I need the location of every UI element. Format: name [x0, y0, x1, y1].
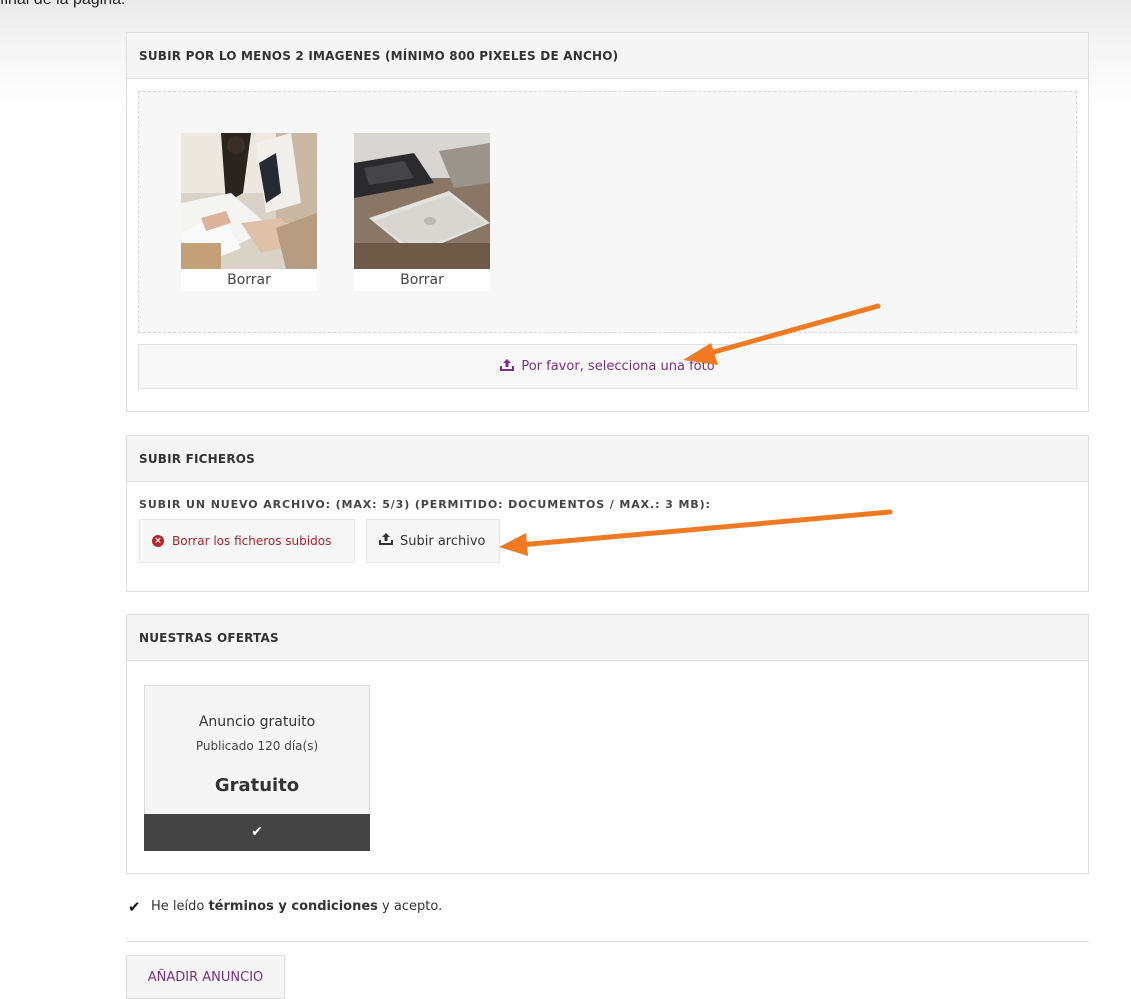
delete-files-label: Borrar los ficheros subidos [172, 534, 332, 548]
terms-prefix: He leído [151, 899, 209, 914]
upload-file-label: Subir archivo [400, 533, 486, 549]
terms-checkbox[interactable]: ✔ [128, 897, 142, 916]
terms-row: ✔ He leído términos y condiciones y acep… [128, 899, 442, 914]
offer-name: Anuncio gratuito [198, 714, 316, 730]
select-photo-button[interactable]: Por favor, selecciona una foto [138, 344, 1077, 389]
offer-price: Gratuito [214, 775, 300, 796]
upload-file-button[interactable]: Subir archivo [366, 519, 500, 563]
terms-link[interactable]: términos y condiciones [208, 899, 377, 914]
offer-duration: Publicado 120 día(s) [195, 739, 319, 753]
image-dropzone[interactable]: Borrar Borrar [138, 91, 1077, 333]
images-upload-panel: SUBIR POR LO MENOS 2 IMAGENES (MÍNIMO 80… [126, 32, 1089, 412]
offer-card-free[interactable]: Anuncio gratuito Publicado 120 día(s) Gr… [144, 685, 370, 851]
offer-select-bar[interactable]: ✔ [144, 814, 370, 851]
delete-image-button[interactable]: Borrar [181, 269, 317, 291]
laptop-desk-photo [354, 133, 490, 269]
delete-uploaded-files-button[interactable]: × Borrar los ficheros subidos [139, 519, 355, 563]
check-icon: ✔ [251, 824, 263, 840]
page-intro-text: final de la página. [0, 0, 125, 9]
offers-panel-title: NUESTRAS OFERTAS [127, 615, 1088, 661]
image-thumbnail: Borrar [354, 133, 490, 291]
images-panel-title: SUBIR POR LO MENOS 2 IMAGENES (MÍNIMO 80… [127, 33, 1088, 79]
files-panel-title: SUBIR FICHEROS [127, 436, 1088, 482]
office-meeting-photo [181, 133, 317, 269]
divider [126, 941, 1089, 942]
offers-panel: NUESTRAS OFERTAS Anuncio gratuito Public… [126, 614, 1089, 874]
upload-info-label: SUBIR UN NUEVO ARCHIVO: (MAX: 5/3) (PERM… [139, 498, 711, 511]
terms-suffix: y acepto. [377, 899, 443, 914]
image-thumbnail: Borrar [181, 133, 317, 291]
delete-image-button[interactable]: Borrar [354, 269, 490, 291]
upload-icon [379, 533, 393, 549]
upload-icon [500, 358, 515, 375]
add-listing-button[interactable]: AÑADIR ANUNCIO [126, 955, 285, 999]
select-photo-label: Por favor, selecciona una foto [521, 359, 715, 374]
check-icon: ✔ [128, 897, 141, 916]
files-upload-panel: SUBIR FICHEROS SUBIR UN NUEVO ARCHIVO: (… [126, 435, 1089, 592]
close-circle-icon: × [152, 535, 164, 547]
